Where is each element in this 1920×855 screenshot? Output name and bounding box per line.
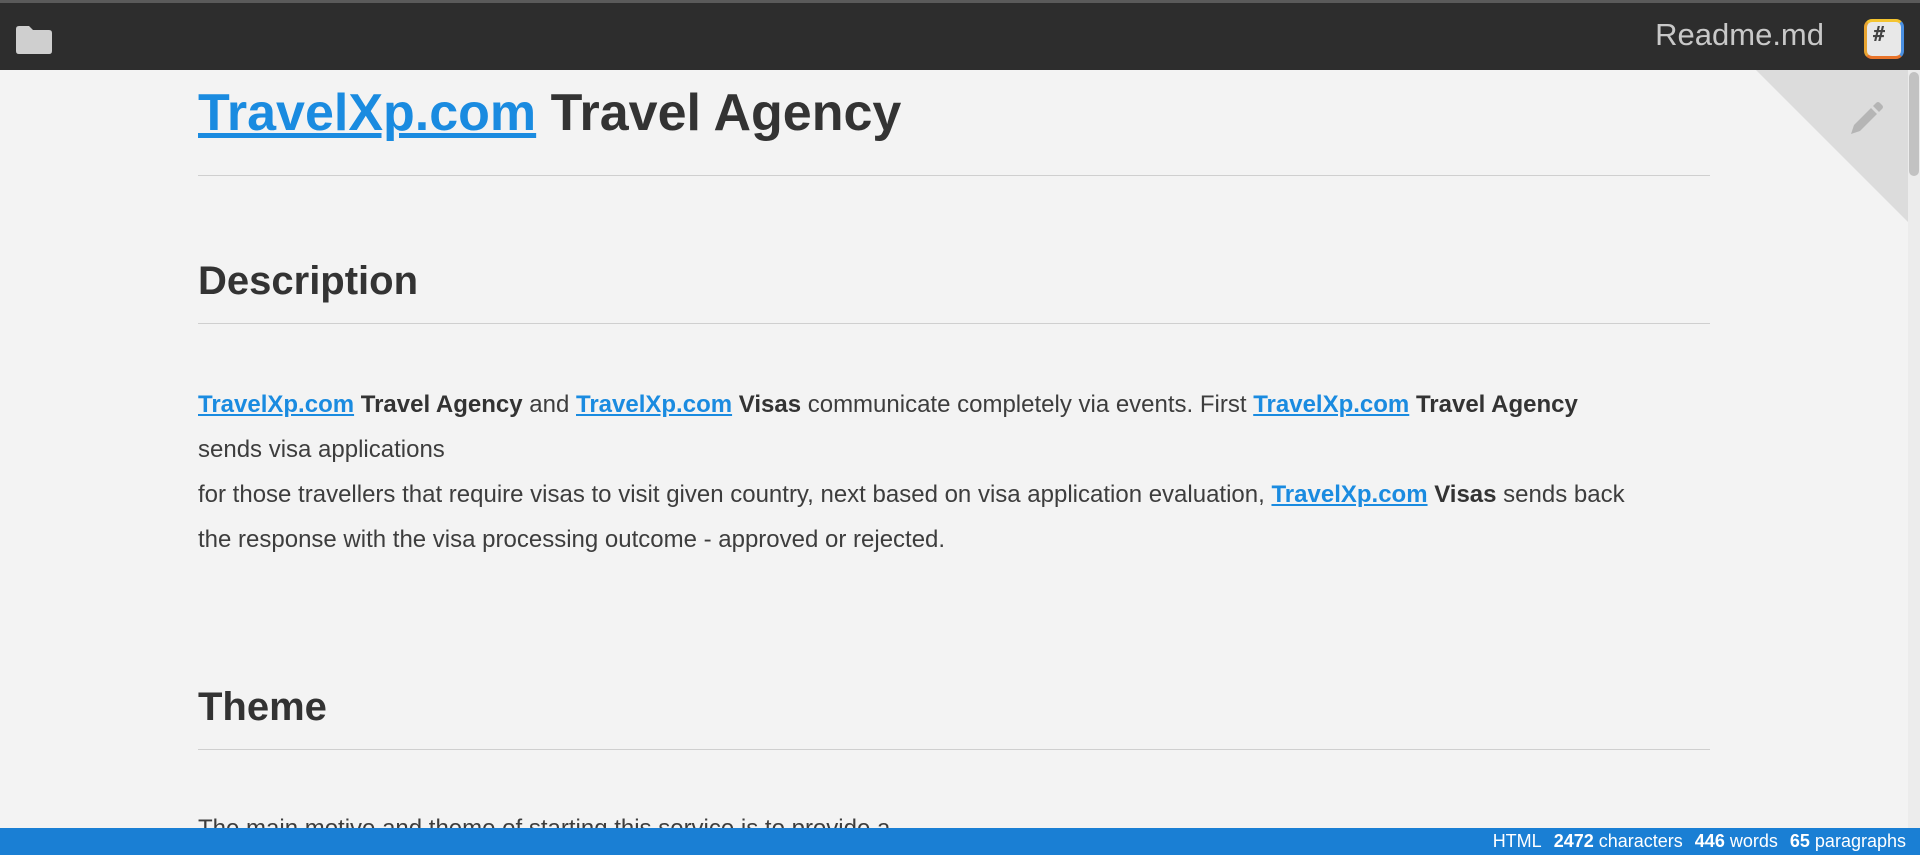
scrollbar-thumb[interactable] bbox=[1909, 72, 1919, 176]
title-text: Travel Agency bbox=[536, 84, 902, 142]
paragraph-count: 65 bbox=[1789, 831, 1810, 851]
hash-glyph: # bbox=[1873, 22, 1886, 46]
paragraphs-label: paragraphs bbox=[1814, 831, 1906, 851]
characters-label: characters bbox=[1598, 831, 1683, 851]
title-link[interactable]: TravelXp.com bbox=[198, 84, 536, 142]
status-mode: HTML bbox=[1492, 831, 1542, 851]
travelxp-link[interactable]: TravelXp.com bbox=[1271, 481, 1427, 508]
travelxp-link[interactable]: TravelXp.com bbox=[576, 391, 732, 418]
word-count: 446 bbox=[1694, 831, 1725, 851]
character-count: 2472 bbox=[1553, 831, 1594, 851]
page-title: TravelXp.com Travel Agency bbox=[198, 82, 1710, 144]
text-run: communicate completely via events. First bbox=[801, 391, 1254, 418]
pencil-icon[interactable] bbox=[1845, 100, 1885, 140]
theme-paragraph: The main motive and theme of starting th… bbox=[198, 806, 1710, 828]
bold-text: Visas bbox=[738, 391, 802, 418]
text-run: for those travellers that require visas … bbox=[198, 481, 1272, 508]
markdown-preview: TravelXp.com Travel Agency Description T… bbox=[198, 70, 1710, 828]
text-run: and bbox=[522, 391, 576, 418]
bold-text: Travel Agency bbox=[360, 391, 523, 418]
document-stats: HTML 2472 characters 446 words 65 paragraph… bbox=[1493, 828, 1906, 855]
text-run: the response with the visa processing ou… bbox=[198, 526, 946, 553]
vertical-scrollbar[interactable] bbox=[1908, 70, 1920, 828]
words-label: words bbox=[1729, 831, 1778, 851]
folder-icon[interactable] bbox=[14, 23, 54, 55]
description-paragraph: TravelXp.com Travel Agency and TravelXp.… bbox=[198, 382, 1710, 562]
edit-corner bbox=[1756, 70, 1920, 234]
description-divider bbox=[198, 323, 1710, 324]
status-bar: HTML 2472 characters 446 words 65 paragraph… bbox=[0, 828, 1920, 855]
text-run: sends visa applications bbox=[198, 436, 445, 463]
file-name: Readme.md bbox=[1655, 17, 1824, 52]
title-divider bbox=[198, 175, 1710, 176]
travelxp-link[interactable]: TravelXp.com bbox=[1253, 391, 1409, 418]
bold-text: Visas bbox=[1434, 481, 1497, 508]
text-run: sends back bbox=[1496, 481, 1625, 508]
markdown-app-icon[interactable]: # bbox=[1864, 19, 1904, 59]
theme-heading: Theme bbox=[198, 685, 327, 729]
top-bar: Readme.md # bbox=[0, 0, 1920, 70]
description-heading: Description bbox=[198, 259, 419, 303]
theme-divider bbox=[198, 749, 1710, 750]
bold-text: Travel Agency bbox=[1415, 391, 1578, 418]
travelxp-link[interactable]: TravelXp.com bbox=[198, 391, 354, 418]
